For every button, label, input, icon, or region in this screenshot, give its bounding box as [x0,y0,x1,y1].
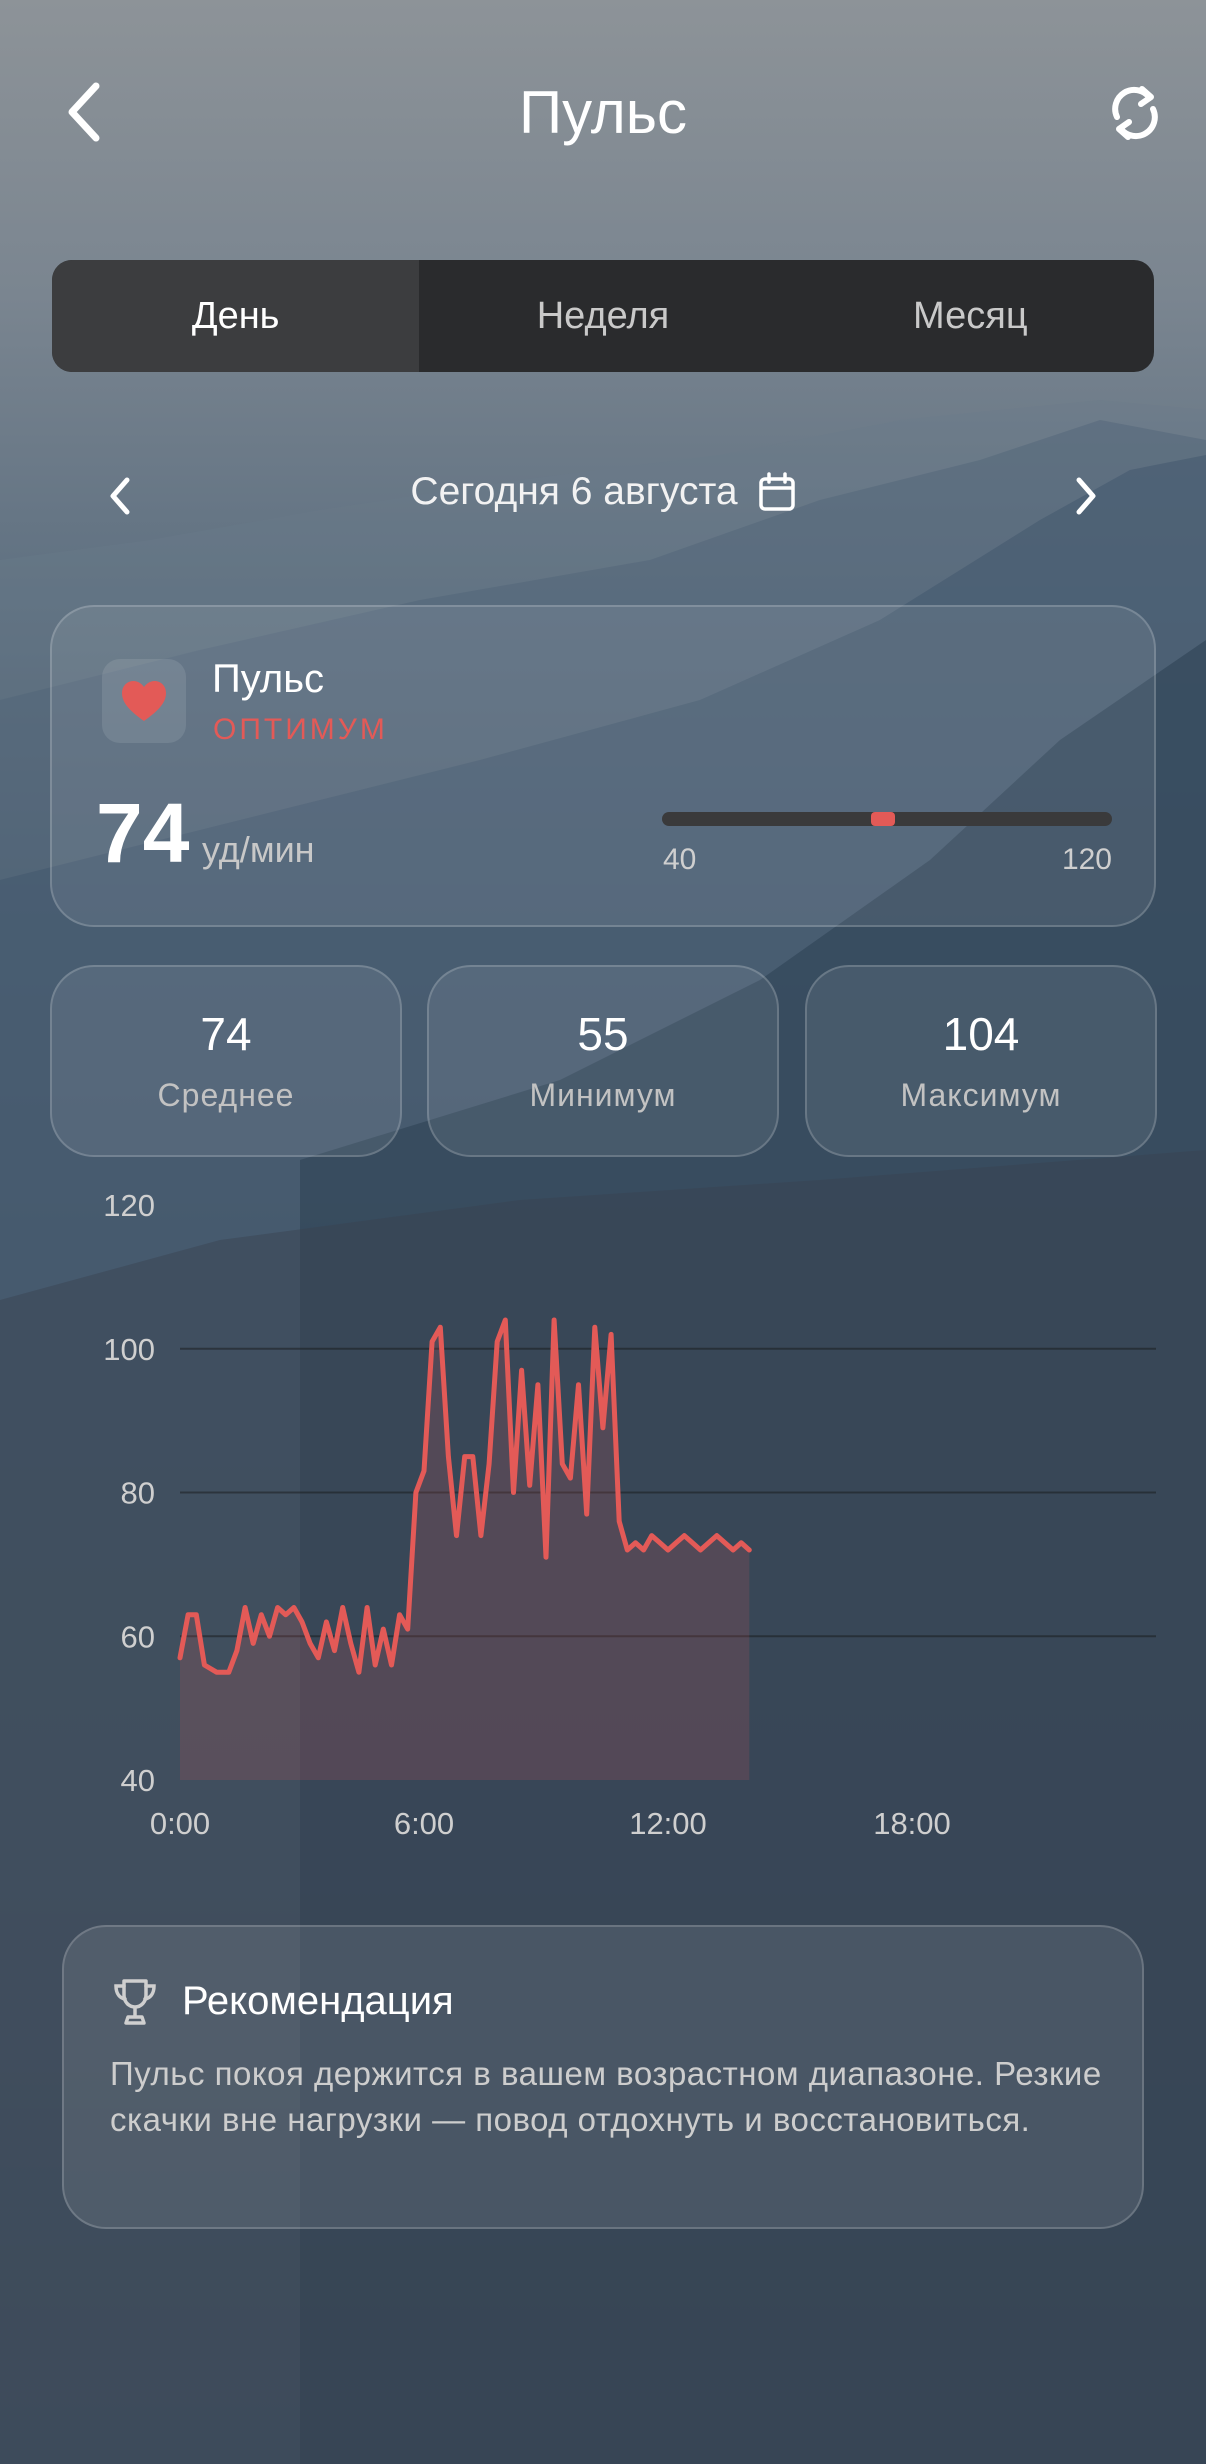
stat-average-value: 74 [200,1008,252,1060]
stat-minimum-label: Минимум [529,1077,677,1113]
trophy-icon [114,1979,156,2025]
stat-minimum-card: 55 Минимум [427,965,779,1157]
recommendation-text: Пульс покоя держится в вашем возрастном … [110,2055,1102,2138]
tab-month[interactable]: Месяц [787,260,1154,372]
calendar-icon [758,472,795,511]
tab-day[interactable]: День [52,260,420,372]
y-tick-label-120: 120 [103,1188,155,1223]
range-min-label: 40 [663,843,697,876]
period-tabs: День Неделя Месяц [52,260,1154,372]
stat-maximum-value: 104 [942,1008,1020,1060]
tab-week[interactable]: Неделя [419,260,786,372]
heart-icon [122,681,166,721]
chart-area-fill [180,1320,750,1780]
heart-rate-chart: 40 60 80 100 120 0:00 6:00 12:00 18:00 [103,1188,1156,1841]
heart-icon-box [102,659,186,743]
pulse-unit: уд/мин [202,829,315,870]
x-tick-label-6: 6:00 [394,1806,454,1841]
next-date-button[interactable] [1062,466,1110,526]
page-title: Пульс [518,79,688,146]
stat-maximum-label: Максимум [900,1077,1062,1113]
date-label: Сегодня 6 августа [410,470,738,513]
y-tick-label-100: 100 [103,1332,155,1367]
pulse-status-label: ОПТИМУМ [213,713,388,746]
pulse-range-marker [871,812,896,826]
y-tick-label-40: 40 [121,1763,155,1798]
stat-maximum-card: 104 Максимум [805,965,1157,1157]
refresh-button[interactable] [1100,78,1170,148]
pulse-value: 74 [96,786,190,880]
chevron-right-icon [1076,477,1096,515]
recommendation-title: Рекомендация [182,1979,454,2023]
stat-minimum-value: 55 [577,1008,629,1060]
pulse-card: Пульс ОПТИМУМ 74 уд/мин 40 120 [50,605,1156,927]
date-selector[interactable]: Сегодня 6 августа [0,470,1206,514]
y-tick-label-80: 80 [121,1476,155,1511]
pulse-card-title: Пульс [212,657,325,701]
x-tick-label-0: 0:00 [150,1806,210,1841]
range-max-label: 120 [1061,843,1112,876]
x-tick-label-12: 12:00 [629,1806,707,1841]
recommendation-card: Рекомендация Пульс покоя держится в ваше… [62,1925,1144,2229]
x-tick-label-18: 18:00 [873,1806,951,1841]
stat-average-card: 74 Среднее [50,965,402,1157]
pulse-range-bar [662,812,1112,826]
refresh-icon [1112,86,1158,140]
stat-average-label: Среднее [157,1077,295,1113]
y-tick-label-60: 60 [121,1619,155,1654]
